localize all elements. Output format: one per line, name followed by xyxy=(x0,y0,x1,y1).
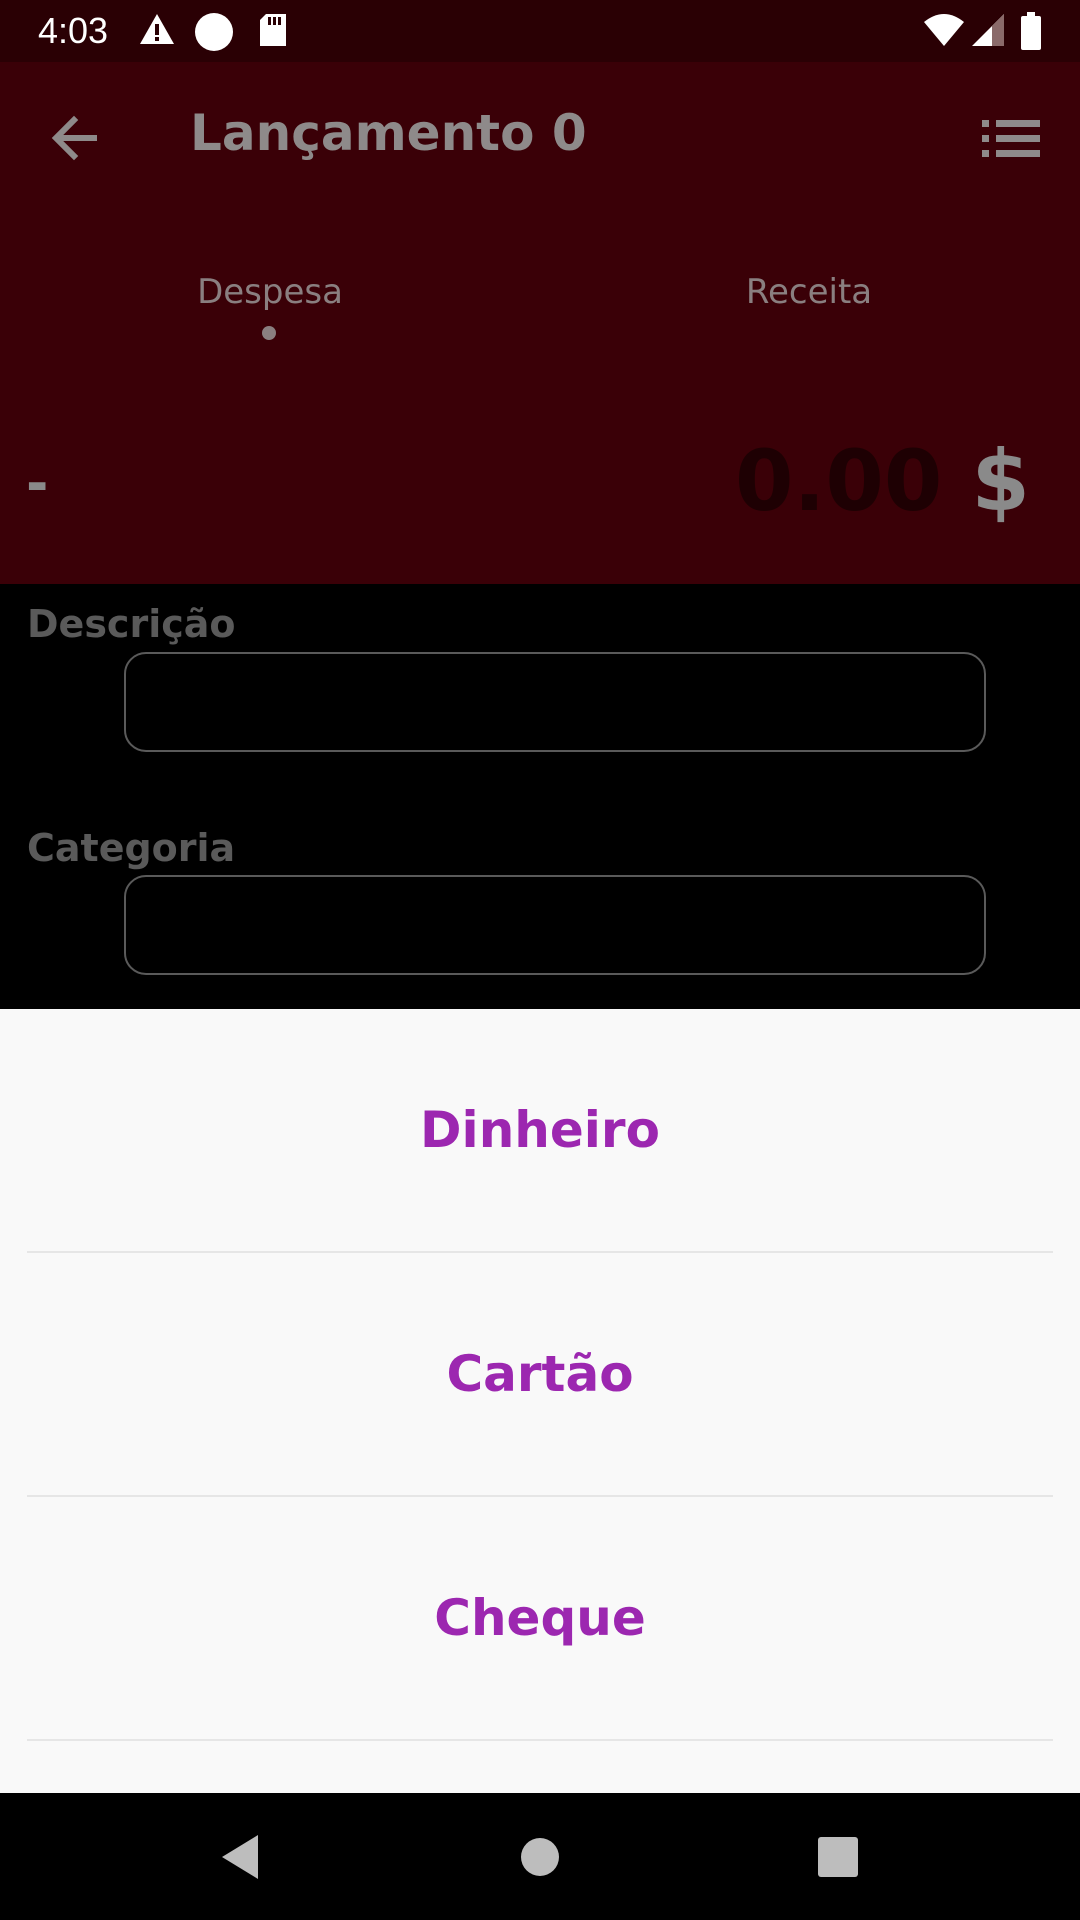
tab-despesa[interactable]: Despesa xyxy=(120,272,420,312)
amount-currency: $ xyxy=(971,432,1030,530)
amount-value: 0.00 xyxy=(735,432,943,530)
amount-sign: - xyxy=(26,452,49,515)
description-field[interactable] xyxy=(124,652,986,752)
circle-icon xyxy=(195,13,233,51)
list-icon[interactable] xyxy=(978,114,1044,164)
arrow-back-icon[interactable] xyxy=(42,105,108,171)
status-time: 4:03 xyxy=(38,10,109,51)
tab-receita[interactable]: Receita xyxy=(659,272,959,312)
amount-display[interactable]: 0.00 $ xyxy=(735,432,1030,530)
back-triangle-icon[interactable] xyxy=(214,1829,270,1885)
category-label: Categoria xyxy=(27,826,236,870)
home-circle-icon[interactable] xyxy=(512,1829,568,1885)
sd-card-icon xyxy=(260,14,286,46)
option-cartao[interactable]: Cartão xyxy=(27,1253,1053,1497)
payment-method-sheet: Dinheiro Cartão Cheque xyxy=(0,1009,1080,1793)
system-nav-bar xyxy=(0,1793,1080,1920)
option-cheque[interactable]: Cheque xyxy=(27,1497,1053,1741)
category-field[interactable] xyxy=(124,875,986,975)
alert-icon xyxy=(140,14,174,44)
wifi-icon xyxy=(924,14,964,46)
signal-icon xyxy=(972,14,1004,46)
status-bar: 4:03 xyxy=(0,0,1080,62)
page-title: Lançamento 0 xyxy=(190,104,587,162)
entry-form: Descrição Categoria xyxy=(0,584,1080,1009)
description-label: Descrição xyxy=(27,602,236,646)
option-dinheiro[interactable]: Dinheiro xyxy=(27,1009,1053,1253)
battery-icon xyxy=(1021,12,1041,50)
app-bar: Lançamento 0 Despesa Receita - 0.00 $ xyxy=(0,62,1080,584)
tab-selected-indicator xyxy=(262,326,276,340)
recents-square-icon[interactable] xyxy=(810,1829,866,1885)
